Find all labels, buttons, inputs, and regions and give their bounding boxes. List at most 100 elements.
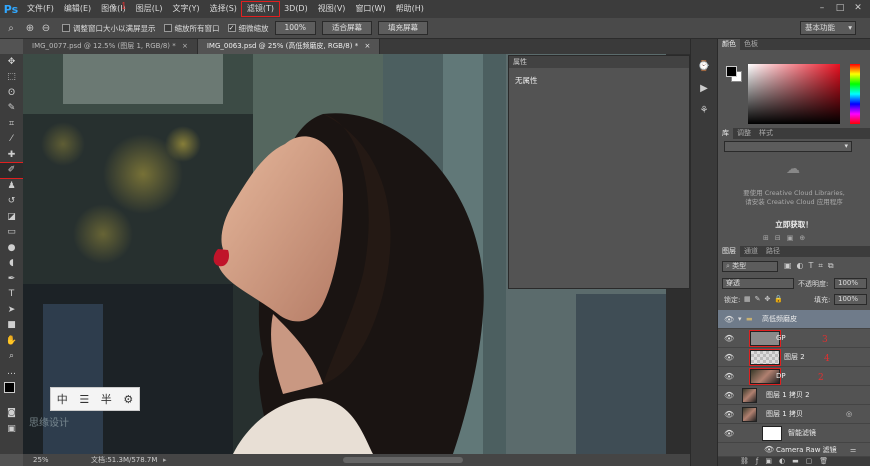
tab-styles[interactable]: 样式 (755, 128, 777, 139)
foreground-color-swatch[interactable] (726, 66, 737, 77)
tab-layers[interactable]: 图层 (718, 246, 740, 257)
history-icon[interactable]: ⌚ (696, 59, 712, 75)
shape-tool-icon[interactable]: ■ (0, 318, 23, 334)
menu-icon[interactable]: ☰ (79, 393, 89, 406)
scrubby-zoom-checkbox[interactable]: ✓ (227, 24, 236, 32)
screen-mode-icon[interactable]: ▣ (0, 421, 23, 437)
tab-img-0063[interactable]: IMG_0063.psd @ 25% (高低频磨皮, RGB/8) * × (197, 39, 381, 54)
hue-slider[interactable] (850, 64, 860, 124)
move-tool-icon[interactable]: ✥ (0, 54, 23, 70)
color-swatches[interactable] (0, 380, 23, 406)
actions-icon[interactable]: ▶ (696, 81, 712, 97)
layers-footer-icons[interactable]: ⛓ƒ▣◐▬▢🗑 (718, 457, 870, 466)
layer-row-copy2[interactable]: 👁 图层 1 拷贝 2 (718, 386, 870, 405)
tab-channels[interactable]: 通道 (740, 246, 762, 257)
visibility-eye-icon[interactable]: 👁 (724, 367, 734, 386)
tab-adjustments[interactable]: 调整 (733, 128, 755, 139)
color-field[interactable] (748, 64, 840, 124)
clone-stamp-tool-icon[interactable]: ♟ (0, 178, 23, 194)
layer-row-camera-raw[interactable]: 👁 Camera Raw 滤镜 ⚌ (718, 443, 870, 457)
blend-mode-select[interactable]: 穿透 (722, 278, 794, 289)
dodge-tool-icon[interactable]: ◖ (0, 256, 23, 272)
quick-mask-icon[interactable]: ◙ (0, 406, 23, 422)
menu-filter[interactable]: 滤镜(T) (240, 1, 281, 17)
visibility-eye-icon[interactable]: 👁 (724, 386, 734, 405)
layer-row-dp[interactable]: 👁 DP 2 (718, 367, 870, 386)
quick-select-tool-icon[interactable]: ✎ (0, 101, 23, 117)
library-actions[interactable]: ⊞⊟▣⊕ (763, 234, 853, 242)
resize-window-checkbox[interactable] (62, 24, 70, 32)
menu-layer[interactable]: 图层(L) (131, 2, 168, 16)
menu-select[interactable]: 选择(S) (205, 2, 242, 16)
maximize-icon[interactable]: □ (834, 3, 846, 14)
minimize-icon[interactable]: – (816, 3, 828, 14)
menu-help[interactable]: 帮助(H) (391, 2, 429, 16)
eyedropper-tool-icon[interactable]: ⁄ (0, 132, 23, 148)
opacity-input[interactable]: 100% (834, 278, 867, 289)
zoom-in-icon[interactable]: ⊕ (22, 23, 38, 34)
horizontal-scrollbar[interactable] (343, 457, 463, 463)
zoom-tool-icon[interactable]: ⌕ (0, 349, 23, 365)
half-width-icon[interactable]: 半 (101, 391, 112, 407)
menu-file[interactable]: 文件(F) (22, 2, 59, 16)
marquee-tool-icon[interactable]: ⬚ (0, 70, 23, 86)
menu-edit[interactable]: 编辑(E) (59, 2, 96, 16)
chevron-right-icon[interactable]: ▸ (163, 454, 167, 466)
layer-filter-icons[interactable]: ▣◐T⌗⧉ (784, 261, 839, 271)
layer-row-smart-filters[interactable]: 👁 智能滤镜 (718, 424, 870, 443)
layer-row-group[interactable]: 👁 ▾ ▬ 高低频磨皮 (718, 310, 870, 329)
layer-filter-select[interactable]: ⌕ 类型 (722, 261, 778, 272)
close-icon[interactable]: × (182, 42, 188, 50)
tab-library[interactable]: 库 (718, 128, 733, 139)
fill-screen-button[interactable]: 填充屏幕 (377, 21, 428, 35)
layer-row-copy[interactable]: 👁 图层 1 拷贝 ◎ (718, 405, 870, 424)
visibility-eye-icon[interactable]: 👁 (724, 405, 734, 424)
visibility-eye-icon[interactable]: 👁 (724, 329, 734, 348)
history-brush-tool-icon[interactable]: ↺ (0, 194, 23, 210)
layer-row-layer2[interactable]: 👁 图层 2 4 (718, 348, 870, 367)
tab-swatches[interactable]: 色板 (740, 39, 762, 50)
healing-brush-tool-icon[interactable]: ✚ (0, 147, 23, 163)
fit-screen-button[interactable]: 适合屏幕 (321, 21, 372, 35)
more-tools-icon[interactable]: … (0, 364, 23, 380)
crop-tool-icon[interactable]: ⌗ (0, 116, 23, 132)
get-now-link[interactable]: 立即获取！ (718, 219, 870, 230)
blur-tool-icon[interactable]: ● (0, 240, 23, 256)
tab-color[interactable]: 颜色 (718, 39, 740, 50)
lasso-tool-icon[interactable]: ʘ (0, 85, 23, 101)
pen-tool-icon[interactable]: ✒ (0, 271, 23, 287)
zoom-out-icon[interactable]: ⊖ (38, 23, 54, 34)
path-select-tool-icon[interactable]: ➤ (0, 302, 23, 318)
gradient-tool-icon[interactable]: ▭ (0, 225, 23, 241)
zoom-100-button[interactable]: 100% (274, 21, 316, 35)
close-icon[interactable]: ✕ (852, 3, 864, 14)
brush-preset-icon[interactable]: ⚘ (696, 103, 712, 119)
settings-gear-icon[interactable]: ⚙ (123, 393, 133, 406)
type-tool-icon[interactable]: T (0, 287, 23, 303)
tab-img-0077[interactable]: IMG_0077.psd @ 12.5% (图层 1, RGB/8) * × (23, 39, 198, 54)
close-icon[interactable]: × (364, 42, 370, 50)
menu-window[interactable]: 窗口(W) (350, 2, 390, 16)
zoom-all-checkbox[interactable] (163, 24, 172, 32)
eraser-tool-icon[interactable]: ◪ (0, 209, 23, 225)
menu-view[interactable]: 视图(V) (313, 2, 351, 16)
chevron-down-icon[interactable]: ▾ (738, 310, 742, 329)
menu-3d[interactable]: 3D(D) (279, 2, 313, 16)
workspace-select[interactable]: 基本功能 ▾ (800, 21, 856, 35)
zoom-level[interactable]: 25% (33, 454, 49, 466)
menu-type[interactable]: 文字(Y) (167, 2, 204, 16)
tab-paths[interactable]: 路径 (762, 246, 784, 257)
visibility-eye-icon[interactable]: 👁 (764, 443, 774, 457)
filter-options-icon[interactable]: ⚌ (850, 443, 856, 457)
hand-tool-icon[interactable]: ✋ (0, 333, 23, 349)
fill-input[interactable]: 100% (834, 294, 867, 305)
visibility-eye-icon[interactable]: 👁 (724, 424, 734, 443)
lock-icons[interactable]: ▦✎✥🔒 (744, 295, 787, 303)
ime-mode-icon[interactable]: 中 (57, 391, 68, 407)
foreground-color-swatch[interactable] (4, 381, 15, 393)
library-select[interactable]: ▾ (724, 141, 852, 152)
visibility-eye-icon[interactable]: 👁 (724, 348, 734, 367)
brush-tool-icon[interactable]: ✐ (0, 161, 24, 179)
visibility-eye-icon[interactable]: 👁 (724, 310, 734, 329)
layer-row-gp[interactable]: 👁 GP 3 (718, 329, 870, 348)
